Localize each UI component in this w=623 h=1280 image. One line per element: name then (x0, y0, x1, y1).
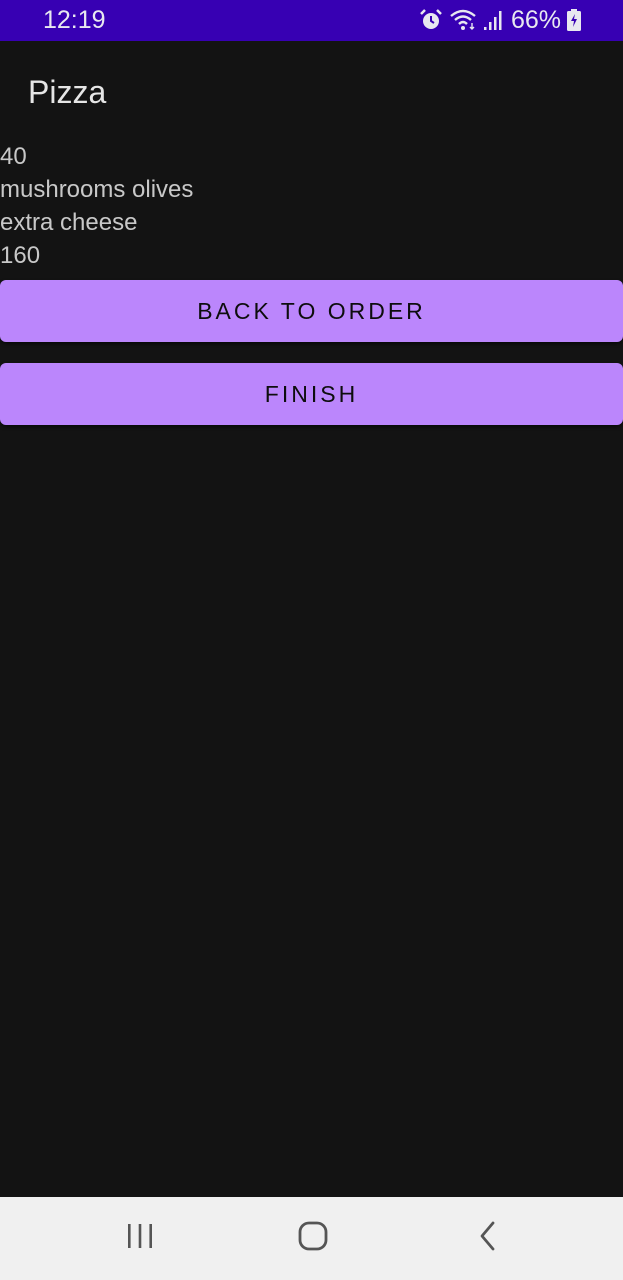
recent-apps-button[interactable] (100, 1197, 180, 1280)
screen: 12:19 66% Pizza 40 mushrooms olives extr… (0, 0, 623, 1280)
battery-percentage: 66% (510, 6, 561, 34)
wifi-icon (449, 8, 477, 32)
finish-button[interactable]: FINISH (0, 363, 623, 425)
summary-line-extras: extra cheese (0, 209, 138, 236)
summary-line-total: 160 (0, 242, 41, 269)
summary-line-toppings: mushrooms olives (0, 176, 194, 203)
back-button[interactable] (448, 1197, 528, 1280)
status-bar: 12:19 66% (0, 0, 623, 41)
summary-line-quantity: 40 (0, 143, 27, 170)
alarm-icon (419, 8, 443, 32)
status-time: 12:19 (43, 6, 106, 34)
home-icon (298, 1221, 328, 1256)
page-title: Pizza (28, 74, 107, 110)
back-to-order-button[interactable]: BACK TO ORDER (0, 280, 623, 342)
recent-apps-icon (126, 1223, 154, 1254)
signal-icon (483, 8, 505, 32)
back-icon (478, 1221, 498, 1256)
navigation-bar (0, 1197, 623, 1280)
status-icons: 66% (419, 5, 581, 35)
home-button[interactable] (273, 1197, 353, 1280)
app-bar: Pizza (0, 41, 623, 141)
battery-charging-icon (567, 9, 581, 31)
order-summary: 40 mushrooms olives extra cheese 160 (0, 140, 623, 272)
